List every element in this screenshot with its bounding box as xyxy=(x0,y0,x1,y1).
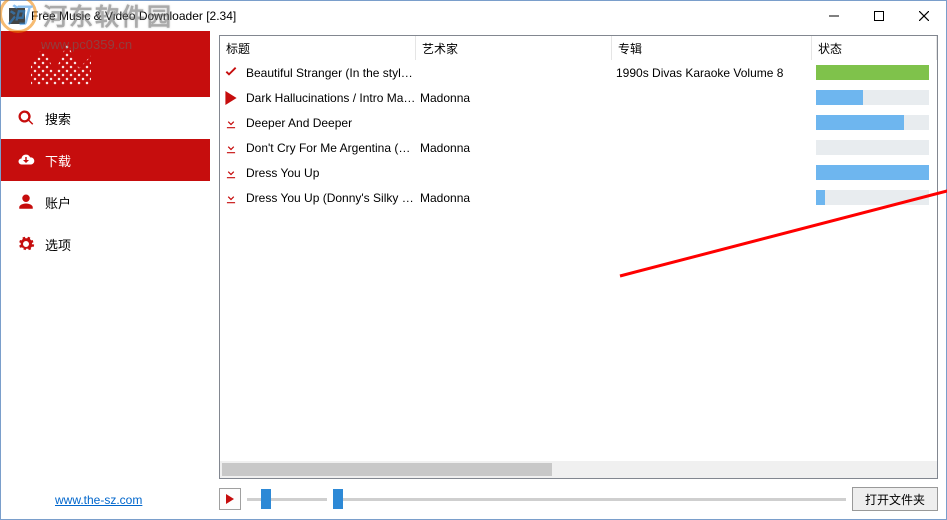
sidebar-item-label: 账户 xyxy=(45,193,71,212)
header-artist[interactable]: 艺术家 xyxy=(416,36,612,60)
seek-slider[interactable] xyxy=(333,488,846,510)
cell-title: Beautiful Stranger (In the style of ... xyxy=(242,66,416,80)
search-icon xyxy=(15,109,37,127)
sidebar: 搜索 下载 账户 选项 www.the-s xyxy=(1,31,211,519)
app-window: 河 河东软件园 www.pc0359.cn Free Music & Video… xyxy=(0,0,947,520)
cell-state xyxy=(812,190,937,205)
player-bar: 打开文件夹 xyxy=(219,485,938,513)
cell-title: Dress You Up xyxy=(242,166,416,180)
progress-bar xyxy=(816,165,929,180)
list-rows: Beautiful Stranger (In the style of ... 1… xyxy=(220,60,937,461)
cell-album: 1990s Divas Karaoke Volume 8 xyxy=(612,66,812,80)
sidebar-item-label: 选项 xyxy=(45,235,71,254)
maximize-button[interactable] xyxy=(856,1,901,30)
cell-artist: Madonna xyxy=(416,191,612,205)
volume-thumb[interactable] xyxy=(261,489,271,509)
volume-slider[interactable] xyxy=(247,488,327,510)
sidebar-item-search[interactable]: 搜索 xyxy=(1,97,210,139)
check-icon xyxy=(220,65,242,81)
cell-state xyxy=(812,140,937,155)
table-row[interactable]: Dress You Up xyxy=(220,160,937,185)
sidebar-item-label: 下载 xyxy=(45,151,71,170)
cell-title: Deeper And Deeper xyxy=(242,116,416,130)
progress-bar xyxy=(816,90,929,105)
gear-icon xyxy=(15,235,37,253)
header-album[interactable]: 专辑 xyxy=(612,36,812,60)
website-link[interactable]: www.the-sz.com xyxy=(55,493,142,507)
play-button[interactable] xyxy=(219,488,241,510)
download-list: 标题 艺术家 专辑 状态 Beautiful Stranger (In the … xyxy=(219,35,938,479)
progress-bar xyxy=(816,190,929,205)
close-button[interactable] xyxy=(901,1,946,30)
cell-artist: Madonna xyxy=(416,91,612,105)
horizontal-scrollbar[interactable] xyxy=(220,461,937,478)
table-row[interactable]: Deeper And Deeper xyxy=(220,110,937,135)
brand-banner xyxy=(1,31,210,97)
download-icon xyxy=(220,116,242,130)
header-state[interactable]: 状态 xyxy=(812,36,937,60)
cell-title: Don't Cry For Me Argentina (The ... xyxy=(242,141,416,155)
open-folder-button[interactable]: 打开文件夹 xyxy=(852,487,938,511)
cell-state xyxy=(812,65,937,80)
progress-bar xyxy=(816,115,929,130)
download-icon xyxy=(220,141,242,155)
content-pane: 标题 艺术家 专辑 状态 Beautiful Stranger (In the … xyxy=(211,31,946,519)
cell-title: Dark Hallucinations / Intro Mado... xyxy=(242,91,416,105)
cell-state xyxy=(812,165,937,180)
download-icon xyxy=(220,191,242,205)
cell-state xyxy=(812,115,937,130)
table-row[interactable]: Don't Cry For Me Argentina (The ...Madon… xyxy=(220,135,937,160)
sidebar-item-options[interactable]: 选项 xyxy=(1,223,210,265)
sidebar-item-label: 搜索 xyxy=(45,109,71,128)
cloud-download-icon xyxy=(15,151,37,169)
cell-state xyxy=(812,90,937,105)
download-icon xyxy=(220,166,242,180)
table-row[interactable]: Dark Hallucinations / Intro Mado...Madon… xyxy=(220,85,937,110)
sidebar-item-account[interactable]: 账户 xyxy=(1,181,210,223)
progress-bar xyxy=(816,140,929,155)
user-icon xyxy=(15,193,37,211)
table-row[interactable]: Beautiful Stranger (In the style of ... 1… xyxy=(220,60,937,85)
cell-title: Dress You Up (Donny's Silky Sm... xyxy=(242,191,416,205)
sidebar-footer: www.the-sz.com xyxy=(55,493,142,507)
scrollbar-thumb[interactable] xyxy=(222,463,552,476)
progress-bar xyxy=(816,65,929,80)
list-header: 标题 艺术家 专辑 状态 xyxy=(220,36,937,60)
cell-artist: Madonna xyxy=(416,141,612,155)
brand-waveform-icon xyxy=(31,43,91,85)
play-icon xyxy=(220,91,242,105)
seek-thumb[interactable] xyxy=(333,489,343,509)
app-icon xyxy=(9,8,25,24)
table-row[interactable]: Dress You Up (Donny's Silky Sm...Madonna xyxy=(220,185,937,210)
minimize-button[interactable] xyxy=(811,1,856,30)
window-title: Free Music & Video Downloader [2.34] xyxy=(31,9,236,23)
title-bar[interactable]: Free Music & Video Downloader [2.34] xyxy=(1,1,946,31)
header-title[interactable]: 标题 xyxy=(220,36,416,60)
sidebar-item-download[interactable]: 下载 xyxy=(1,139,210,181)
